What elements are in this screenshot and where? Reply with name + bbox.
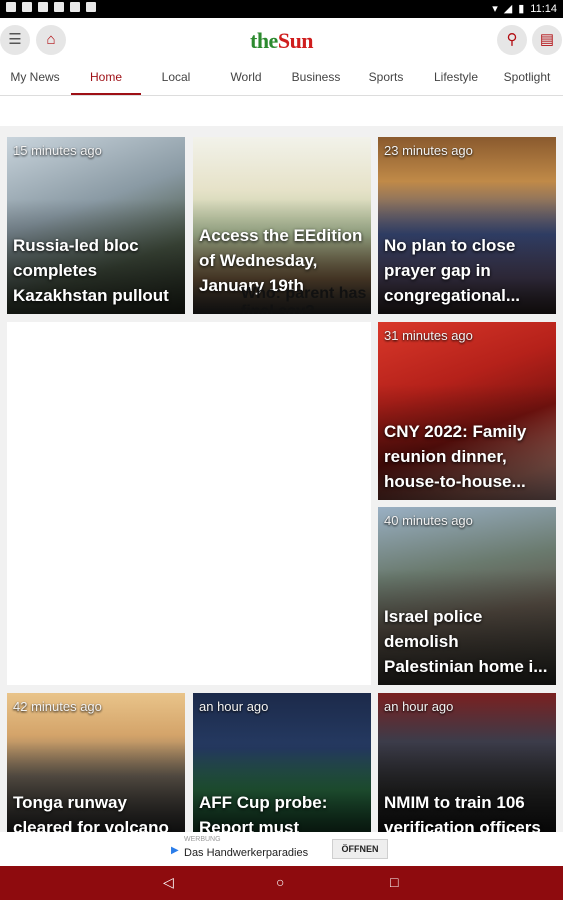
grid-menu-icon: ▤ — [539, 31, 555, 48]
search-icon: ⚲ — [506, 31, 518, 48]
mail-icon — [22, 2, 32, 12]
tab-my-news[interactable]: My News — [0, 62, 70, 95]
news-card[interactable]: an hour ago NMIM to train 106 verificati… — [378, 693, 556, 832]
tab-business[interactable]: Business — [281, 62, 351, 95]
tab-sports[interactable]: Sports — [351, 62, 421, 95]
news-card[interactable]: 31 minutes ago CNY 2022: Family reunion … — [378, 322, 556, 500]
card-timestamp: 31 minutes ago — [384, 328, 473, 343]
eedition-card[interactable]: Access the EEdition of Wednesday, Januar… — [193, 137, 371, 314]
news-card[interactable]: 23 minutes ago No plan to close prayer g… — [378, 137, 556, 314]
card-timestamp: 42 minutes ago — [13, 699, 102, 714]
home-button[interactable]: ⌂ — [36, 25, 66, 55]
card-headline: AFF Cup probe: Report must — [199, 793, 328, 832]
ad-open-button[interactable]: ÖFFNEN — [332, 839, 388, 859]
card-timestamp: 15 minutes ago — [13, 143, 102, 158]
card-headline: Israel police demolish Palestinian home … — [384, 607, 548, 676]
empty-feature-slot — [7, 322, 371, 685]
gallery-icon — [70, 2, 80, 12]
card-headline: Tonga runway cleared for volcano — [13, 793, 169, 832]
card-headline: No plan to close prayer gap in congregat… — [384, 236, 521, 305]
ad-text: Das Handwerkerparadies — [184, 847, 309, 859]
play-icon — [86, 2, 96, 12]
card-timestamp: an hour ago — [384, 699, 454, 714]
home-circle-icon[interactable]: ○ — [276, 874, 284, 890]
tab-spotlight[interactable]: Spotlight — [492, 62, 562, 95]
ad-banner[interactable]: ▶ WERBUNG Das Handwerkerparadies ÖFFNEN — [0, 832, 563, 866]
check-icon — [38, 2, 48, 12]
search-button[interactable]: ⚲ — [497, 25, 527, 55]
news-card[interactable]: 40 minutes ago Israel police demolish Pa… — [378, 507, 556, 685]
clock: 11:14 — [530, 2, 557, 15]
recents-square-icon[interactable]: □ — [390, 874, 398, 890]
status-bar: ▾ ◢ ▮ 11:14 — [0, 0, 563, 18]
hamburger-icon: ☰ — [8, 31, 22, 48]
news-card[interactable]: 42 minutes ago Tonga runway cleared for … — [7, 693, 185, 832]
system-nav-bar: ◁ ○ □ — [0, 866, 563, 900]
app-header: ☰ ⌂ theSun ⚲ ▤ — [0, 18, 563, 62]
cover-overlay-text: Who: parent has final say? — [241, 285, 367, 314]
battery-icon: ▮ — [518, 3, 525, 15]
wifi-icon: ▾ — [492, 3, 498, 15]
signal-icon: ◢ — [503, 3, 513, 15]
tab-home[interactable]: Home — [71, 62, 141, 95]
ad-label: WERBUNG — [184, 836, 221, 843]
menu-button[interactable]: ☰ — [0, 25, 30, 55]
news-card[interactable]: 15 minutes ago Russia-led bloc completes… — [7, 137, 185, 314]
back-icon[interactable]: ◁ — [163, 874, 174, 891]
adchoices-icon[interactable]: ▶ — [171, 845, 179, 856]
notification-icons — [6, 2, 96, 12]
bell-icon — [54, 2, 64, 12]
card-timestamp: 23 minutes ago — [384, 143, 473, 158]
tab-lifestyle[interactable]: Lifestyle — [421, 62, 491, 95]
card-headline: Russia-led bloc completes Kazakhstan pul… — [13, 236, 169, 305]
home-icon: ⌂ — [46, 31, 56, 48]
spacer-strip — [0, 96, 563, 126]
notification-icon — [6, 2, 16, 12]
tab-world[interactable]: World — [211, 62, 281, 95]
tab-local[interactable]: Local — [141, 62, 211, 95]
section-tabs: My News Home Local World Business Sports… — [0, 62, 563, 96]
sections-button[interactable]: ▤ — [532, 25, 562, 55]
news-card[interactable]: an hour ago AFF Cup probe: Report must — [193, 693, 371, 832]
card-headline: CNY 2022: Family reunion dinner, house-t… — [384, 422, 527, 491]
card-timestamp: an hour ago — [199, 699, 269, 714]
card-timestamp: 40 minutes ago — [384, 513, 473, 528]
card-headline: NMIM to train 106 verification officers — [384, 793, 541, 832]
thesun-logo[interactable]: theSun — [250, 28, 314, 54]
